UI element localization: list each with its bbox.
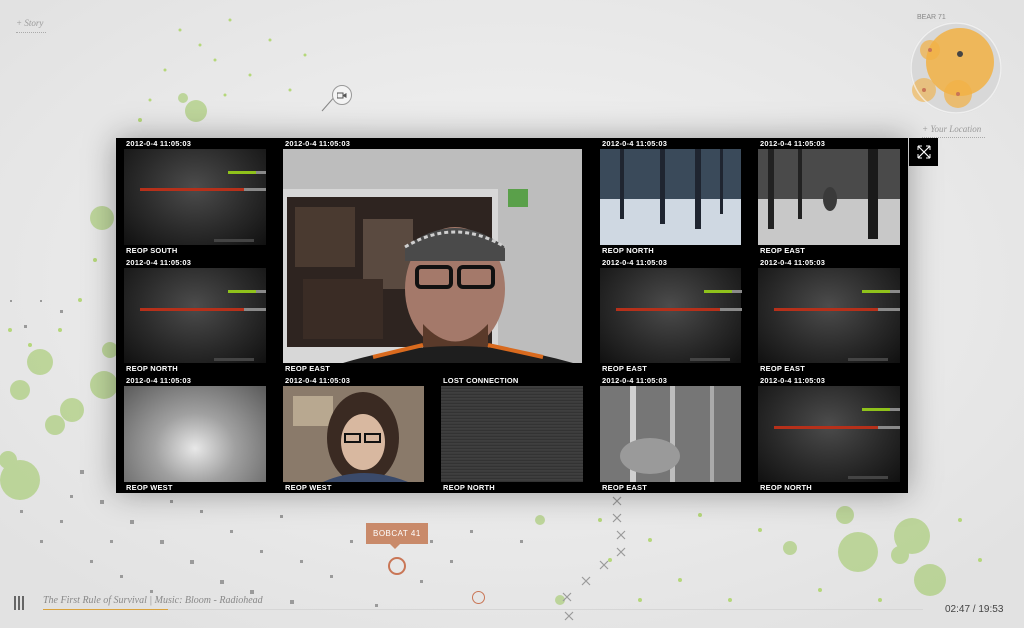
minimap[interactable] [908, 20, 1004, 116]
camera-feed[interactable]: 2012-0-4 11:05:03 REOP NORTH [116, 257, 274, 374]
your-location-link[interactable]: + Your Location [922, 124, 985, 138]
camera-marker[interactable] [332, 85, 352, 105]
camera-feed[interactable]: 2012-0-4 11:05:03 REOP NORTH [750, 375, 908, 493]
close-grid-button[interactable] [909, 138, 938, 166]
static-feed [758, 268, 900, 363]
snow-forest-feed [600, 149, 741, 245]
webcam-man-feed [283, 149, 582, 363]
bobcat-marker[interactable] [388, 557, 406, 575]
progress-fill [43, 609, 168, 610]
night-forest-feed [600, 386, 741, 482]
camera-feed[interactable]: 2012-0-4 11:05:03 REOP WEST [116, 375, 274, 493]
track-credits: The First Rule of Survival | Music: Bloo… [43, 595, 263, 606]
lost-connection-noise [441, 386, 583, 482]
camera-feed[interactable]: 2012-0-4 11:05:03 REOP EAST [275, 138, 590, 374]
minimap-tag: BEAR 71 [913, 13, 950, 22]
time-display: 02:47 / 19:53 [945, 604, 1004, 615]
snow-figure-feed [758, 149, 900, 245]
camera-grid-panel: 2012-0-4 11:05:03 REOP SOUTH 2012-0-4 11… [116, 138, 908, 493]
progress-bar[interactable] [43, 609, 923, 610]
camera-feed[interactable]: 2012-0-4 11:05:03 REOP WEST [275, 375, 432, 493]
static-feed [600, 268, 742, 363]
pause-icon [14, 596, 16, 610]
camera-feed[interactable]: 2012-0-4 11:05:03 REOP SOUTH [116, 138, 274, 256]
webcam-woman-feed [283, 386, 424, 482]
animal-tooltip: BOBCAT 41 [366, 523, 428, 549]
camera-feed[interactable]: 2012-0-4 11:05:03 REOP EAST [592, 375, 749, 493]
camera-feed[interactable]: 2012-0-4 11:05:03 REOP EAST [750, 138, 908, 256]
static-feed [124, 149, 266, 245]
fog-feed [124, 386, 266, 482]
camera-icon [337, 92, 347, 98]
static-feed [124, 268, 266, 363]
camera-feed[interactable]: 2012-0-4 11:05:03 REOP NORTH [592, 138, 749, 256]
camera-feed[interactable]: LOST CONNECTION REOP NORTH [433, 375, 591, 493]
story-link[interactable]: + Story [16, 18, 46, 33]
expand-x-icon [917, 145, 930, 159]
camera-feed[interactable]: 2012-0-4 11:05:03 REOP EAST [592, 257, 749, 374]
pause-button[interactable] [14, 596, 26, 610]
camera-feed[interactable]: 2012-0-4 11:05:03 REOP EAST [750, 257, 908, 374]
static-feed [758, 386, 900, 482]
animal-marker[interactable] [472, 591, 485, 604]
